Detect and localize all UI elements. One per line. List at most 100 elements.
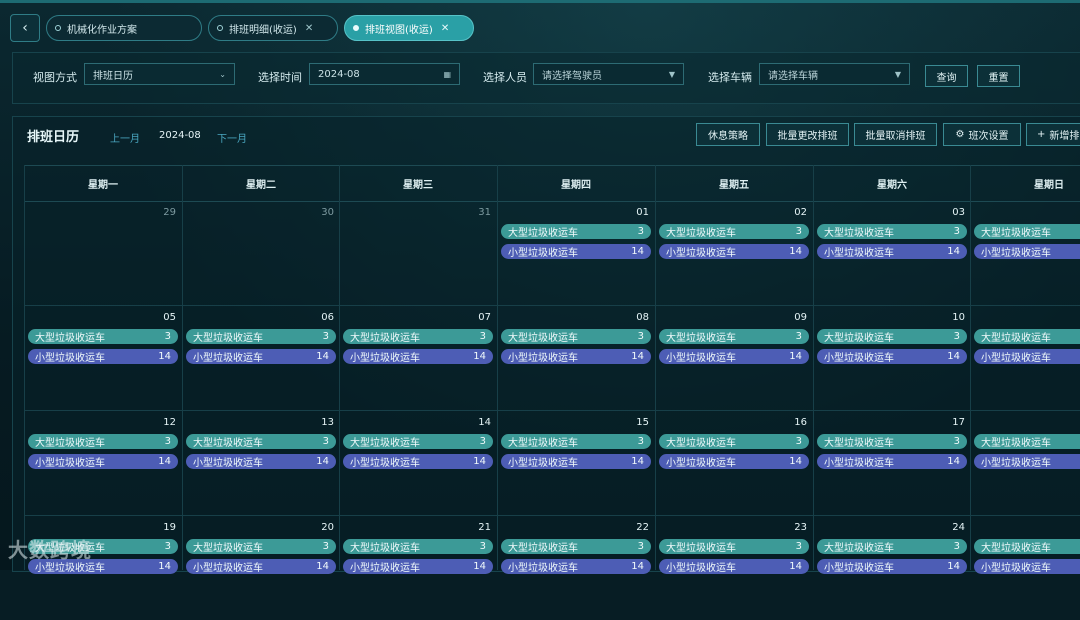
small-truck-chip[interactable]: 小型垃圾收运车14 (817, 244, 967, 259)
day-cell[interactable]: 08 大型垃圾收运车 3 小型垃圾收运车 14 (497, 305, 655, 410)
large-truck-chip[interactable]: 大型垃圾收运车3 (817, 329, 967, 344)
large-truck-chip[interactable]: 大型垃圾收运车3 (501, 434, 651, 449)
close-icon[interactable]: ✕ (305, 23, 313, 34)
chip-label: 小型垃圾收运车 (824, 248, 894, 259)
day-cell[interactable]: 31 (339, 200, 497, 305)
tab-mechanization-plan[interactable]: 机械化作业方案 (46, 15, 202, 41)
small-truck-chip[interactable]: 小型垃圾收运车14 (186, 559, 336, 574)
day-cell[interactable]: 01 大型垃圾收运车 3 小型垃圾收运车 14 (497, 200, 655, 305)
small-truck-chip[interactable]: 小型垃圾收运车14 (501, 454, 651, 469)
large-truck-chip[interactable]: 大型垃圾收运车3 (974, 539, 1080, 554)
view-mode-value: 排班日历 (93, 70, 133, 82)
person-select[interactable]: 请选择驾驶员 ▼ (533, 63, 684, 85)
day-cell[interactable]: 06 大型垃圾收运车 3 小型垃圾收运车 14 (182, 305, 340, 410)
tab-schedule-view[interactable]: 排班视图(收运) ✕ (344, 15, 474, 41)
close-icon[interactable]: ✕ (441, 23, 449, 34)
small-truck-chip[interactable]: 小型垃圾收运车14 (817, 454, 967, 469)
chip-count: 14 (631, 246, 644, 257)
small-truck-chip[interactable]: 小型垃圾收运车14 (659, 349, 809, 364)
day-cell[interactable]: 16 大型垃圾收运车 3 小型垃圾收运车 14 (655, 410, 813, 515)
large-truck-chip[interactable]: 大型垃圾收运车3 (186, 539, 336, 554)
prev-month-link[interactable]: 上一月 (110, 130, 140, 145)
small-truck-chip[interactable]: 小型垃圾收运车14 (974, 454, 1080, 469)
day-number: 07 (478, 312, 491, 323)
next-month-link[interactable]: 下一月 (217, 130, 247, 145)
shift-settings-button[interactable]: ⚙ 班次设置 (943, 123, 1021, 146)
small-truck-chip[interactable]: 小型垃圾收运车14 (343, 349, 493, 364)
day-cell[interactable]: 09 大型垃圾收运车 3 小型垃圾收运车 14 (655, 305, 813, 410)
small-truck-chip[interactable]: 小型垃圾收运车14 (343, 454, 493, 469)
tab-schedule-detail[interactable]: 排班明细(收运) ✕ (208, 15, 338, 41)
vehicle-select[interactable]: 请选择车辆 ▼ (759, 63, 910, 85)
batch-cancel-button[interactable]: 批量取消排班 (854, 123, 937, 146)
day-cell[interactable]: 23 大型垃圾收运车 3 小型垃圾收运车 14 (655, 515, 813, 620)
small-truck-chip[interactable]: 小型垃圾收运车14 (501, 349, 651, 364)
large-truck-chip[interactable]: 大型垃圾收运车3 (817, 434, 967, 449)
small-truck-chip[interactable]: 小型垃圾收运车14 (817, 349, 967, 364)
day-cell[interactable]: 13 大型垃圾收运车 3 小型垃圾收运车 14 (182, 410, 340, 515)
batch-change-button[interactable]: 批量更改排班 (766, 123, 849, 146)
day-cell[interactable]: 03 大型垃圾收运车 3 小型垃圾收运车 14 (813, 200, 971, 305)
large-truck-chip[interactable]: 大型垃圾收运车3 (659, 224, 809, 239)
large-truck-chip[interactable]: 大型垃圾收运车3 (28, 329, 178, 344)
query-button[interactable]: 查询 (925, 65, 968, 87)
reset-button[interactable]: 重置 (977, 65, 1020, 87)
day-cell[interactable]: 大型垃圾收运车3 小型垃圾收运车14 (970, 410, 1080, 515)
small-truck-chip[interactable]: 小型垃圾收运车14 (501, 559, 651, 574)
day-cell[interactable]: 21 大型垃圾收运车 3 小型垃圾收运车 14 (339, 515, 497, 620)
large-truck-chip[interactable]: 大型垃圾收运车3 (659, 434, 809, 449)
day-cell[interactable]: 29 (24, 200, 182, 305)
small-truck-chip[interactable]: 小型垃圾收运车14 (343, 559, 493, 574)
day-cell[interactable]: 大型垃圾收运车3 小型垃圾收运车14 (970, 200, 1080, 305)
large-truck-chip[interactable]: 大型垃圾收运车3 (974, 434, 1080, 449)
large-truck-chip[interactable]: 大型垃圾收运车3 (501, 329, 651, 344)
small-truck-chip[interactable]: 小型垃圾收运车14 (659, 454, 809, 469)
large-truck-chip[interactable]: 大型垃圾收运车3 (974, 329, 1080, 344)
small-truck-chip[interactable]: 小型垃圾收运车14 (28, 454, 178, 469)
large-truck-chip[interactable]: 大型垃圾收运车3 (974, 224, 1080, 239)
time-picker[interactable]: 2024-08 ▦ (309, 63, 460, 85)
day-cell[interactable]: 12 大型垃圾收运车 3 小型垃圾收运车 14 (24, 410, 182, 515)
large-truck-chip[interactable]: 大型垃圾收运车3 (817, 224, 967, 239)
day-cell[interactable]: 14 大型垃圾收运车 3 小型垃圾收运车 14 (339, 410, 497, 515)
small-truck-chip[interactable]: 小型垃圾收运车14 (186, 349, 336, 364)
small-truck-chip[interactable]: 小型垃圾收运车14 (659, 559, 809, 574)
day-cell[interactable]: 02 大型垃圾收运车 3 小型垃圾收运车 14 (655, 200, 813, 305)
large-truck-chip[interactable]: 大型垃圾收运车3 (343, 434, 493, 449)
small-truck-chip[interactable]: 小型垃圾收运车14 (974, 349, 1080, 364)
large-truck-chip[interactable]: 大型垃圾收运车3 (501, 539, 651, 554)
day-cell[interactable]: 大型垃圾收运车3 小型垃圾收运车14 (970, 515, 1080, 620)
large-truck-chip[interactable]: 大型垃圾收运车3 (28, 434, 178, 449)
day-cell[interactable]: 30 (182, 200, 340, 305)
rest-strategy-button[interactable]: 休息策略 (696, 123, 760, 146)
small-truck-chip[interactable]: 小型垃圾收运车14 (974, 244, 1080, 259)
small-truck-chip[interactable]: 小型垃圾收运车14 (501, 244, 651, 259)
large-truck-chip[interactable]: 大型垃圾收运车3 (186, 434, 336, 449)
large-truck-chip[interactable]: 大型垃圾收运车3 (817, 539, 967, 554)
day-cell[interactable]: 17 大型垃圾收运车 3 小型垃圾收运车 14 (813, 410, 971, 515)
day-cell[interactable]: 19 大型垃圾收运车 3 小型垃圾收运车 14 (24, 515, 182, 620)
large-truck-chip[interactable]: 大型垃圾收运车3 (659, 329, 809, 344)
day-cell[interactable]: 15 大型垃圾收运车 3 小型垃圾收运车 14 (497, 410, 655, 515)
chip-label: 小型垃圾收运车 (508, 458, 578, 469)
view-mode-select[interactable]: 排班日历 ⌄ (84, 63, 235, 85)
small-truck-chip[interactable]: 小型垃圾收运车14 (817, 559, 967, 574)
small-truck-chip[interactable]: 小型垃圾收运车14 (659, 244, 809, 259)
day-cell[interactable]: 24 大型垃圾收运车 3 小型垃圾收运车 14 (813, 515, 971, 620)
small-truck-chip[interactable]: 小型垃圾收运车14 (28, 349, 178, 364)
day-cell[interactable]: 05 大型垃圾收运车 3 小型垃圾收运车 14 (24, 305, 182, 410)
day-cell[interactable]: 10 大型垃圾收运车 3 小型垃圾收运车 14 (813, 305, 971, 410)
large-truck-chip[interactable]: 大型垃圾收运车3 (343, 539, 493, 554)
large-truck-chip[interactable]: 大型垃圾收运车3 (501, 224, 651, 239)
large-truck-chip[interactable]: 大型垃圾收运车3 (659, 539, 809, 554)
day-cell[interactable]: 22 大型垃圾收运车 3 小型垃圾收运车 14 (497, 515, 655, 620)
add-schedule-button[interactable]: + 新增排 (1026, 123, 1080, 146)
small-truck-chip[interactable]: 小型垃圾收运车14 (974, 559, 1080, 574)
day-cell[interactable]: 大型垃圾收运车3 小型垃圾收运车14 (970, 305, 1080, 410)
day-cell[interactable]: 20 大型垃圾收运车 3 小型垃圾收运车 14 (182, 515, 340, 620)
large-truck-chip[interactable]: 大型垃圾收运车3 (343, 329, 493, 344)
back-button[interactable]: ‹ (10, 14, 40, 42)
day-cell[interactable]: 07 大型垃圾收运车 3 小型垃圾收运车 14 (339, 305, 497, 410)
large-truck-chip[interactable]: 大型垃圾收运车3 (186, 329, 336, 344)
small-truck-chip[interactable]: 小型垃圾收运车14 (186, 454, 336, 469)
